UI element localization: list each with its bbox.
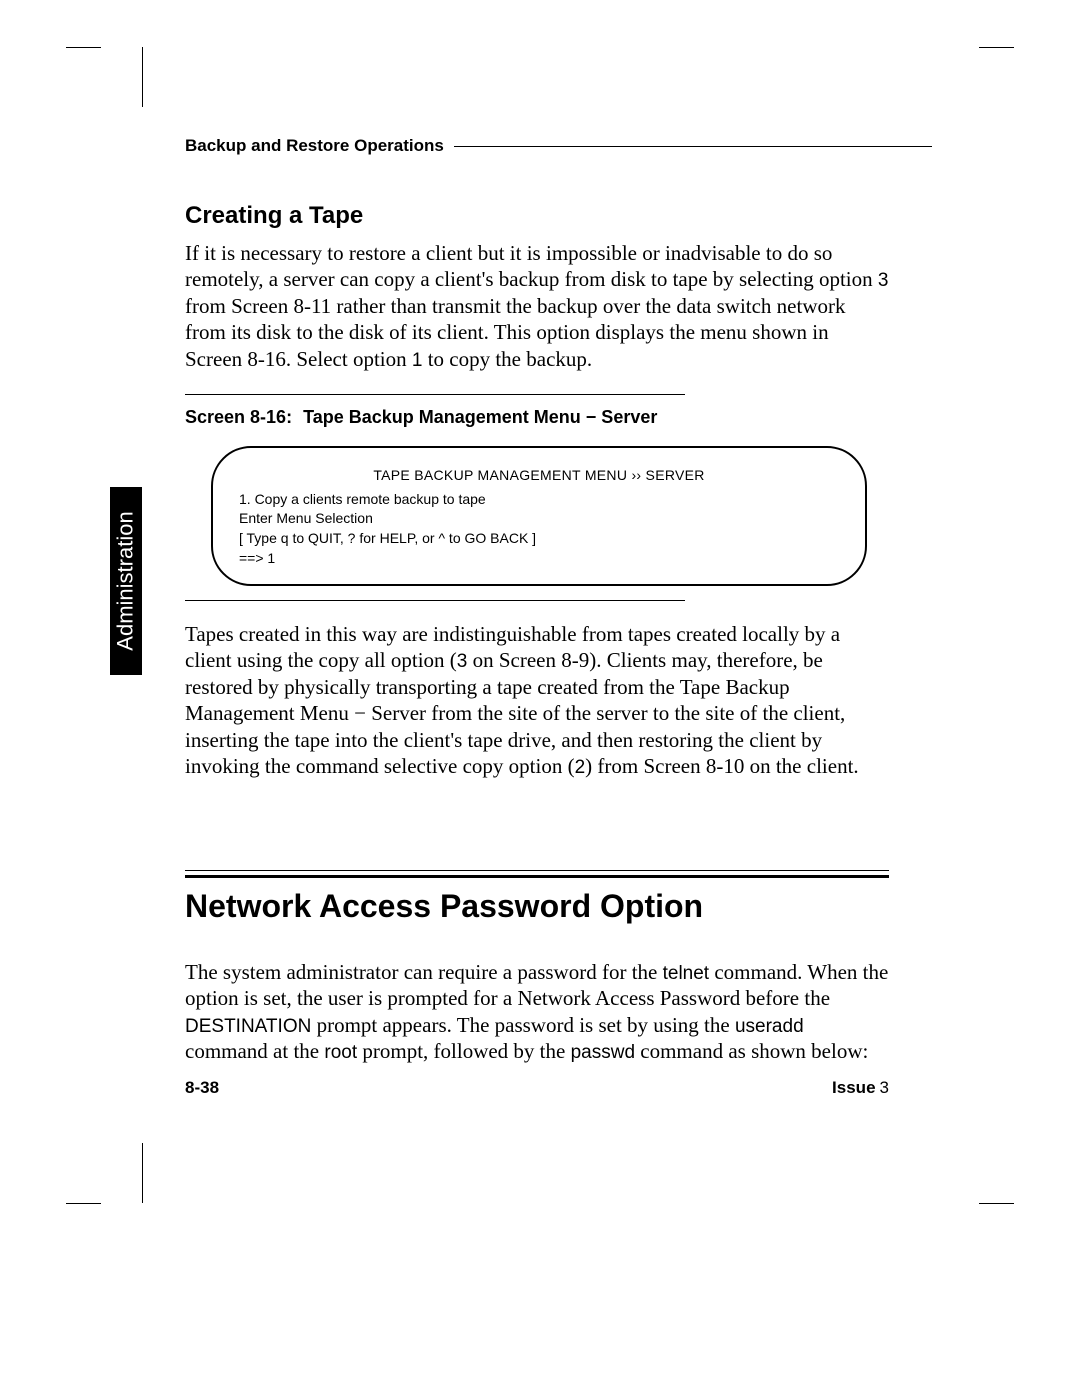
crop-mark xyxy=(979,1203,1014,1204)
text: ) from Screen 8-10 on the client. xyxy=(585,754,859,778)
rule-thick xyxy=(185,875,889,878)
rule xyxy=(185,600,685,601)
side-tab: Administration xyxy=(110,487,142,675)
issue-number: 3 xyxy=(880,1078,889,1097)
header-rule xyxy=(454,146,932,147)
screen-caption: Screen 8-16: Tape Backup Management Menu… xyxy=(185,407,889,428)
text: command as shown below: xyxy=(635,1039,868,1063)
terminal-line: Enter Menu Selection xyxy=(239,509,839,529)
text: If it is necessary to restore a client b… xyxy=(185,241,878,291)
text: The system administrator can require a p… xyxy=(185,960,663,984)
text: prompt, followed by the xyxy=(357,1039,570,1063)
section-divider xyxy=(185,870,889,878)
cmd-root: root xyxy=(324,1042,357,1063)
option-3: 3 xyxy=(457,651,468,672)
terminal-line: 1. Copy a clients remote backup to tape xyxy=(239,490,839,510)
para-tapes-created: Tapes created in this way are indistingu… xyxy=(185,621,889,780)
text: command at the xyxy=(185,1039,324,1063)
content-area: Creating a Tape If it is necessary to re… xyxy=(185,202,889,1087)
option-1: 1 xyxy=(412,350,423,371)
para-intro: If it is necessary to restore a client b… xyxy=(185,240,889,372)
page-number: 8-38 xyxy=(185,1078,219,1098)
terminal-title: TAPE BACKUP MANAGEMENT MENU ›› SERVER xyxy=(239,466,839,486)
issue-label: Issue xyxy=(832,1078,875,1097)
cmd-destination: DESTINATION xyxy=(185,1016,311,1037)
terminal-line: [ Type q to QUIT, ? for HELP, or ^ to GO… xyxy=(239,529,839,549)
side-tab-label: Administration xyxy=(113,511,139,650)
subheading-creating-tape: Creating a Tape xyxy=(185,202,889,230)
rule-thin xyxy=(185,870,889,871)
rule xyxy=(185,394,685,395)
caption-number: Screen 8-16: xyxy=(185,407,298,427)
running-header-text: Backup and Restore Operations xyxy=(185,136,454,156)
cmd-passwd: passwd xyxy=(571,1042,635,1063)
crop-mark xyxy=(66,1203,101,1204)
issue: Issue 3 xyxy=(832,1078,889,1098)
crop-mark xyxy=(66,47,101,48)
cmd-useradd: useradd xyxy=(735,1016,804,1037)
caption-text: Tape Backup Management Menu − Server xyxy=(303,407,657,427)
terminal-screen: TAPE BACKUP MANAGEMENT MENU ›› SERVER 1.… xyxy=(211,446,867,586)
running-header: Backup and Restore Operations xyxy=(185,136,932,156)
option-2: 2 xyxy=(575,757,586,778)
page-body: Backup and Restore Operations Administra… xyxy=(142,47,932,1203)
option-3: 3 xyxy=(878,270,889,291)
section-heading-network-access: Network Access Password Option xyxy=(185,888,889,925)
cmd-telnet: telnet xyxy=(663,963,709,984)
crop-mark xyxy=(979,47,1014,48)
terminal-line: ==> 1 xyxy=(239,549,839,569)
text: prompt appears. The password is set by u… xyxy=(311,1013,735,1037)
text: to copy the backup. xyxy=(422,347,592,371)
para-network-access: The system administrator can require a p… xyxy=(185,959,889,1066)
page-footer: 8-38 Issue 3 xyxy=(185,1078,889,1098)
